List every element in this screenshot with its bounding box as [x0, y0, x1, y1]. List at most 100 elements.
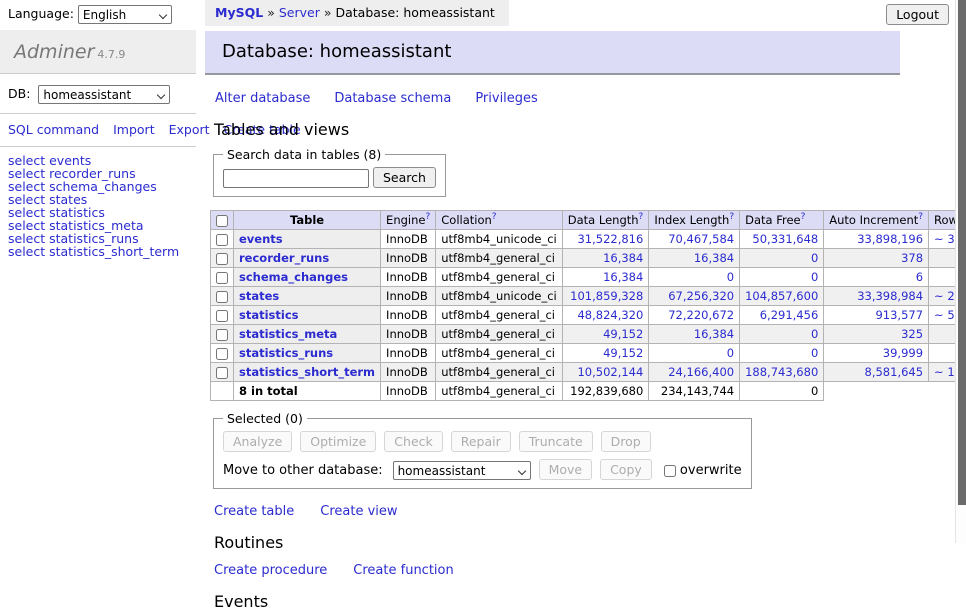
column-label: Auto Increment — [829, 213, 918, 227]
table-row: statistics_meta InnoDB utf8mb4_general_c… — [211, 325, 966, 344]
total-data-free: 0 — [740, 382, 824, 401]
language-select[interactable]: English — [78, 5, 172, 24]
drop-button[interactable]: Drop — [601, 431, 651, 452]
scrollbar-thumb[interactable] — [958, 0, 966, 505]
column-header-index-length: Index Length? — [649, 211, 740, 230]
data-free-link[interactable]: 50,331,648 — [752, 232, 818, 246]
data-free-link[interactable]: 6,291,456 — [760, 308, 819, 322]
data-free-link[interactable]: 0 — [811, 251, 818, 265]
logout-button[interactable]: Logout — [886, 4, 949, 25]
table-name-link[interactable]: events — [239, 232, 283, 246]
help-link[interactable]: ? — [801, 212, 806, 222]
data-free-link[interactable]: 188,743,680 — [745, 365, 818, 379]
search-legend: Search data in tables (8) — [223, 147, 385, 162]
data-free-link[interactable]: 104,857,600 — [745, 289, 818, 303]
create-table-link[interactable]: Create table — [214, 504, 294, 519]
tables-overview-table: Table Engine? Collation? Data Length? In… — [210, 210, 966, 401]
breadcrumb-separator: » — [324, 5, 332, 20]
optimize-button[interactable]: Optimize — [300, 431, 376, 452]
table-name-link[interactable]: recorder_runs — [239, 251, 329, 265]
index-length-link[interactable]: 0 — [727, 270, 734, 284]
data-length-link[interactable]: 10,502,144 — [577, 365, 643, 379]
create-procedure-link[interactable]: Create procedure — [214, 563, 327, 578]
index-length-link[interactable]: 0 — [727, 346, 734, 360]
breadcrumb-mysql-link[interactable]: MySQL — [215, 5, 263, 20]
auto-increment-link[interactable]: 6 — [916, 270, 923, 284]
database-schema-link[interactable]: Database schema — [334, 91, 451, 106]
overwrite-checkbox[interactable] — [664, 465, 676, 477]
tables-and-views-heading: Tables and views — [214, 120, 900, 139]
row-checkbox[interactable] — [216, 272, 228, 284]
db-select[interactable]: homeassistant — [38, 85, 170, 104]
data-length-link[interactable]: 31,522,816 — [577, 232, 643, 246]
truncate-button[interactable]: Truncate — [519, 431, 593, 452]
data-length-link[interactable]: 16,384 — [603, 270, 643, 284]
sidebar-table-list: select events select recorder_runs selec… — [0, 147, 196, 265]
breadcrumb-server-link[interactable]: Server — [279, 5, 320, 20]
auto-increment-link[interactable]: 39,999 — [883, 346, 923, 360]
auto-increment-link[interactable]: 33,898,196 — [857, 232, 923, 246]
row-checkbox[interactable] — [216, 348, 228, 360]
auto-increment-link[interactable]: 378 — [901, 251, 923, 265]
table-name-link[interactable]: statistics_meta — [239, 327, 337, 341]
auto-increment-link[interactable]: 8,581,645 — [865, 365, 924, 379]
index-length-link[interactable]: 16,384 — [694, 327, 734, 341]
data-length-link[interactable]: 49,152 — [603, 327, 643, 341]
row-checkbox[interactable] — [216, 367, 228, 379]
index-length-link[interactable]: 16,384 — [694, 251, 734, 265]
data-free-link[interactable]: 0 — [811, 327, 818, 341]
data-length-link[interactable]: 101,859,328 — [570, 289, 643, 303]
sql-command-link[interactable]: SQL command — [8, 122, 99, 137]
index-length-link[interactable]: 67,256,320 — [668, 289, 734, 303]
total-index-length: 234,143,744 — [649, 382, 740, 401]
check-button[interactable]: Check — [384, 431, 442, 452]
data-length-link[interactable]: 16,384 — [603, 251, 643, 265]
select-all-checkbox[interactable] — [216, 215, 228, 227]
data-length-link[interactable]: 48,824,320 — [577, 308, 643, 322]
analyze-button[interactable]: Analyze — [223, 431, 292, 452]
data-length-link[interactable]: 49,152 — [603, 346, 643, 360]
data-free-link[interactable]: 0 — [811, 270, 818, 284]
help-link[interactable]: ? — [425, 212, 430, 222]
copy-button[interactable]: Copy — [600, 459, 652, 480]
table-name-link[interactable]: states — [239, 289, 279, 303]
move-db-select[interactable]: homeassistant — [393, 461, 531, 480]
auto-increment-link[interactable]: 325 — [901, 327, 923, 341]
total-label: 8 in total — [234, 382, 381, 401]
repair-button[interactable]: Repair — [451, 431, 511, 452]
row-checkbox[interactable] — [216, 310, 228, 322]
table-name-link[interactable]: statistics — [239, 308, 299, 322]
help-link[interactable]: ? — [918, 212, 923, 222]
create-function-link[interactable]: Create function — [353, 563, 453, 578]
privileges-link[interactable]: Privileges — [475, 91, 538, 106]
row-checkbox[interactable] — [216, 234, 228, 246]
row-checkbox[interactable] — [216, 329, 228, 341]
row-checkbox[interactable] — [216, 253, 228, 265]
auto-increment-link[interactable]: 33,398,984 — [857, 289, 923, 303]
row-checkbox[interactable] — [216, 291, 228, 303]
column-label: Data Free — [745, 213, 801, 227]
help-link[interactable]: ? — [639, 212, 644, 222]
table-name-link[interactable]: schema_changes — [239, 270, 348, 284]
index-length-link[interactable]: 72,220,672 — [668, 308, 734, 322]
alter-database-link[interactable]: Alter database — [215, 91, 310, 106]
sidebar-item-select-statistics-short-term[interactable]: select statistics_short_term — [8, 245, 188, 258]
export-link[interactable]: Export — [169, 122, 210, 137]
auto-increment-link[interactable]: 913,577 — [875, 308, 923, 322]
search-input[interactable] — [223, 169, 369, 188]
data-free-link[interactable]: 0 — [811, 346, 818, 360]
column-label: Index Length — [654, 213, 729, 227]
help-link[interactable]: ? — [492, 212, 497, 222]
search-button[interactable]: Search — [373, 167, 436, 188]
vertical-scrollbar[interactable] — [955, 0, 966, 543]
index-length-link[interactable]: 24,166,400 — [668, 365, 734, 379]
move-button[interactable]: Move — [539, 459, 593, 480]
create-view-link[interactable]: Create view — [320, 504, 397, 519]
table-name-link[interactable]: statistics_runs — [239, 346, 333, 360]
table-header-row: Table Engine? Collation? Data Length? In… — [211, 211, 966, 230]
import-link[interactable]: Import — [113, 122, 155, 137]
table-name-link[interactable]: statistics_short_term — [239, 365, 375, 379]
help-link[interactable]: ? — [729, 212, 734, 222]
engine-cell: InnoDB — [381, 230, 436, 249]
index-length-link[interactable]: 70,467,584 — [668, 232, 734, 246]
